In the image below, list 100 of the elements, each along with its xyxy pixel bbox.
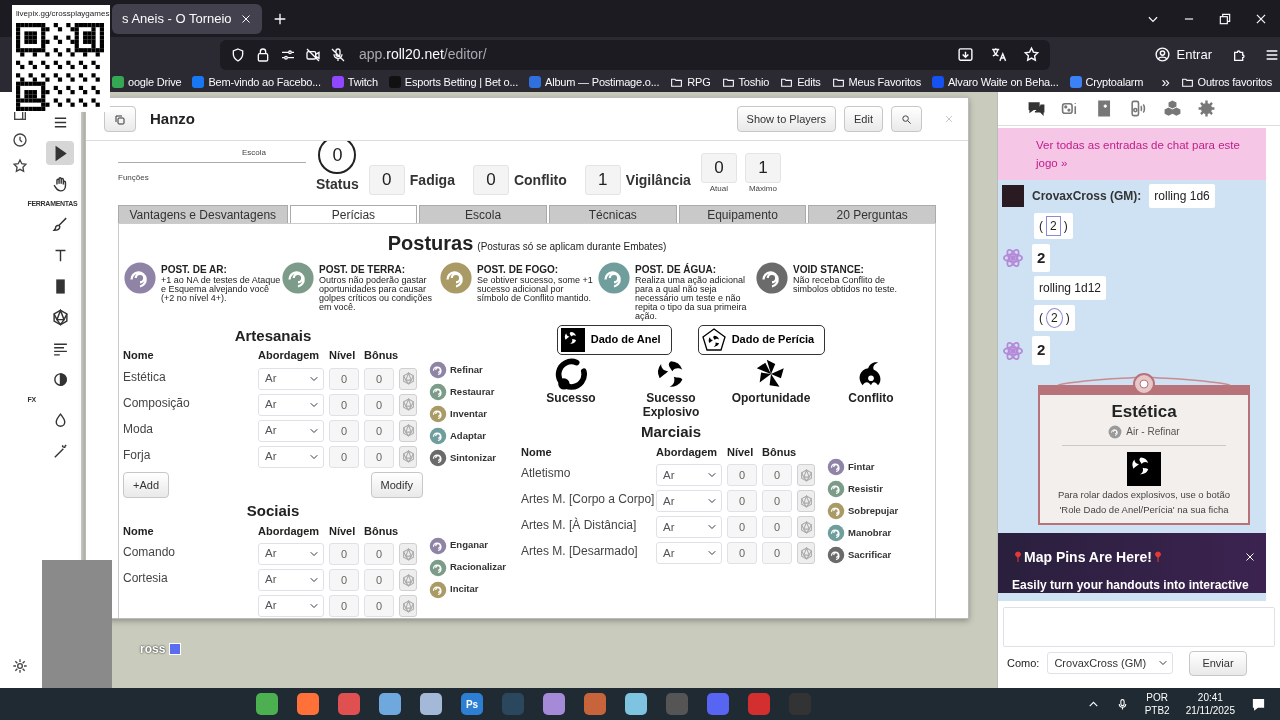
sheet-tab[interactable]: 20 Perguntas [808,205,936,223]
approach-select[interactable]: Ar [258,569,324,591]
approach-select[interactable]: Ar [656,542,722,565]
rank-field[interactable]: 0 [727,516,757,539]
close-icon[interactable] [240,12,252,25]
approach-select[interactable]: Ar [656,516,722,539]
bookmark-link[interactable]: Alvaro Waite on Beha... [932,73,1059,91]
popout-button[interactable] [104,105,136,133]
bookmark-link[interactable]: RPG [670,73,711,91]
approach-select[interactable]: Ar [258,367,324,390]
bonus-field[interactable]: 0 [364,569,394,591]
sheet-tab[interactable]: Técnicas [548,205,677,223]
keyboard-language[interactable]: POR [1144,691,1170,704]
taskbar-app-icon[interactable] [707,693,729,715]
dice-roll-button[interactable]: Dado de Perícia [697,324,826,355]
taskbar-app-icon[interactable] [256,693,278,715]
rank-field[interactable]: 0 [329,595,359,617]
bookmark-link[interactable]: Edits [780,73,821,91]
approach-select[interactable]: Ar [258,445,324,468]
account-button[interactable]: Entrar [1149,42,1216,67]
approach-select[interactable]: Ar [258,393,324,416]
stance-description: Realiza uma ação adicional para a qual não seja necessário um teste e não repita o tipo da sua primeira ação. [635,275,748,321]
approach-select[interactable]: Ar [656,490,722,513]
add-button[interactable]: +Add [123,471,169,498]
bookmark-link[interactable]: Meus Favoritos [831,73,921,91]
bookmark-link[interactable]: Cryptoalarm [1069,73,1144,91]
bonus-field[interactable]: 0 [364,393,394,416]
speak-as-select[interactable]: CrovaxCross (GM) [1047,652,1174,675]
d20-icon [51,309,69,326]
translate-icon[interactable] [989,46,1007,63]
bonus-field[interactable]: 0 [364,445,394,468]
bookmark-link[interactable]: oogle Drive [112,73,182,91]
die-result: ( 2 ) [1034,305,1075,332]
clock-date[interactable]: 21/11/2025 [1185,704,1235,717]
header-button[interactable]: Edit [844,105,883,133]
notifications-icon[interactable] [1251,696,1266,712]
stance-name: POST. DE AR: [161,265,228,276]
bonus-field[interactable]: 0 [762,464,792,487]
sheet-tab[interactable]: Vantagens e Desvantagens [118,205,288,223]
bonus-field[interactable]: 0 [364,595,394,617]
shield-icon[interactable] [230,46,246,63]
bookmark-folder[interactable]: Outros favoritos [1180,73,1272,91]
header-button[interactable]: Show to Players [736,105,837,133]
search-button[interactable] [891,105,922,133]
microphone-off-icon[interactable] [330,46,346,63]
taskbar-app-icon[interactable] [297,693,319,715]
bookmark-link[interactable]: Esports Betting | Bet o... [388,73,519,91]
bookmark-link[interactable]: Twitch [331,73,378,91]
taskbar-app-icon[interactable] [379,693,401,715]
skill-name: Artes M. [À Distância] [521,516,638,535]
bonus-field[interactable]: 0 [762,542,792,565]
chat-archive-link[interactable]: Ver todas as entradas de chat para este jogo » [998,128,1266,180]
bonus-field[interactable]: 0 [364,543,394,565]
keyboard-layout[interactable]: PTB2 [1144,704,1170,717]
rank-field[interactable]: 0 [329,367,359,390]
camera-off-icon[interactable] [305,46,321,63]
bookmark-star-icon[interactable] [1022,46,1040,63]
taskbar-app-icon[interactable] [338,693,360,715]
approach-select[interactable]: Ar [656,464,722,487]
approach-select[interactable]: Ar [258,543,324,565]
chat-input[interactable] [1003,607,1275,647]
send-button[interactable]: Enviar [1189,651,1247,676]
bonus-field[interactable]: 0 [762,516,792,539]
taskbar-app-icon[interactable] [584,693,606,715]
lock-icon[interactable] [255,46,271,63]
restore-icon[interactable] [1218,11,1232,26]
clock-icon[interactable] [11,132,28,148]
bookmark-link[interactable]: Toshio [721,73,770,91]
bonus-field[interactable]: 0 [364,367,394,390]
bookmark-link[interactable]: Album — Postimage.o... [529,73,660,91]
bookmark-link[interactable]: Bem-vindo ao Facebo... [192,73,321,91]
bonus-field[interactable]: 0 [364,419,394,442]
clock-time[interactable]: 20:41 [1185,691,1235,704]
sheet-tab[interactable]: Equipamento [678,205,807,223]
rank-field[interactable]: 0 [329,543,359,565]
star-icon[interactable] [11,158,28,174]
modify-button[interactable]: Modify [370,471,423,498]
rank-field[interactable]: 0 [329,393,359,416]
approach-select[interactable]: Ar [258,595,324,617]
rank-field[interactable]: 0 [329,569,359,591]
taskbar-app-icon[interactable] [420,693,442,715]
taskbar-app-icon[interactable]: Ps [461,693,483,715]
bonus-field[interactable]: 0 [762,490,792,513]
settings-icon[interactable] [11,658,28,674]
taskbar-app-icon[interactable] [625,693,647,715]
rank-field[interactable]: 0 [329,419,359,442]
rank-field[interactable]: 0 [727,464,757,487]
dice-roll-button[interactable]: Dado de Anel [556,324,672,355]
browser-tab[interactable]: s Aneis - O Torneio [112,3,262,34]
more-bookmarks-button[interactable]: » [1161,70,1170,94]
rank-field[interactable]: 0 [727,542,757,565]
rank-field[interactable]: 0 [727,490,757,513]
pointer-tool-button[interactable] [46,141,75,165]
url-text[interactable]: app.roll20.net/editor/ [359,44,487,65]
approach-select[interactable]: Ar [258,419,324,442]
taskbar-app-icon[interactable] [543,693,565,715]
sheet-tab[interactable]: Perícias [289,205,418,223]
rank-field[interactable]: 0 [329,445,359,468]
sheet-tab[interactable]: Escola [419,205,547,223]
install-icon[interactable] [956,46,974,63]
